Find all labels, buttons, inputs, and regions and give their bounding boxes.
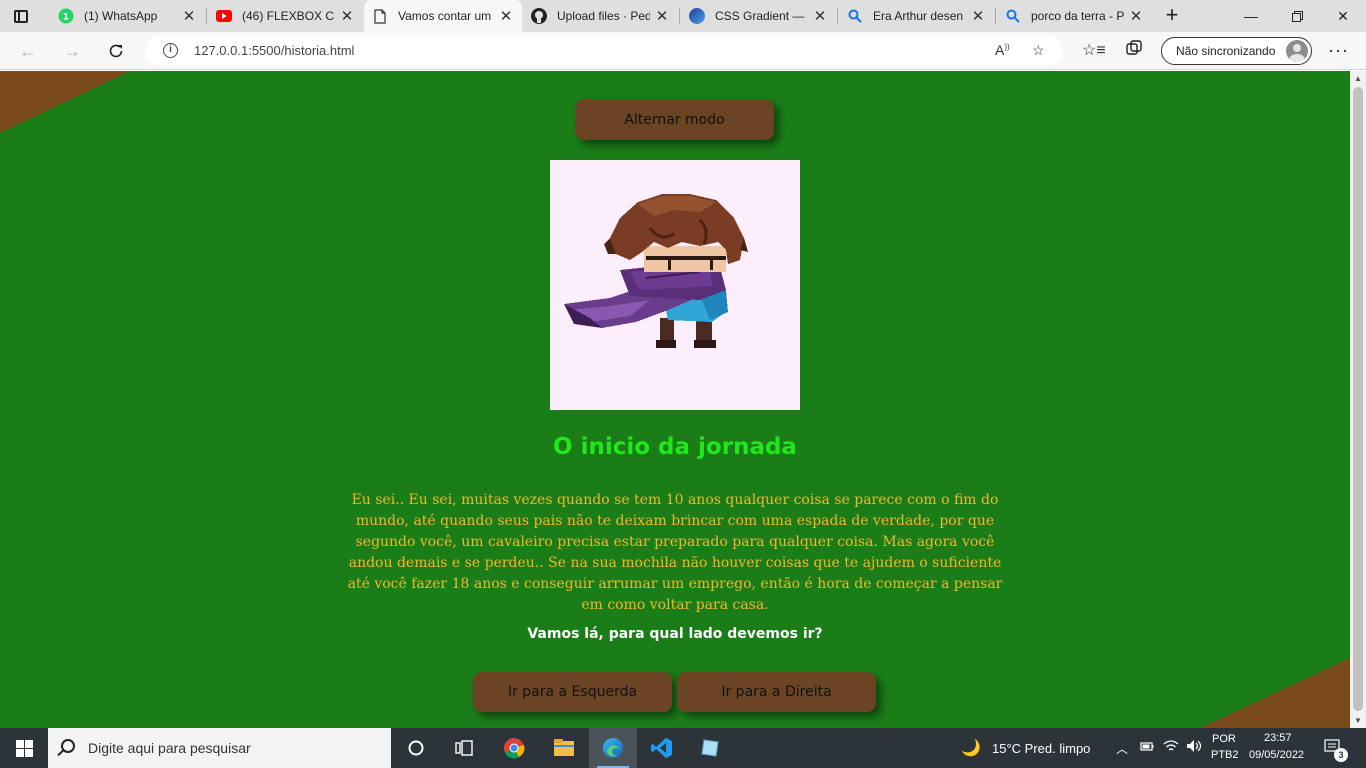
close-icon[interactable]: ✕	[1128, 7, 1144, 25]
tab-actions-icon[interactable]	[10, 6, 32, 26]
tab-title: CSS Gradient — C	[715, 9, 808, 23]
close-window-icon[interactable]: ✕	[1320, 0, 1366, 32]
forward-icon[interactable]: →	[58, 38, 86, 64]
tab-search-arthur[interactable]: Era Arthur desen ✕	[839, 0, 994, 32]
github-icon	[531, 8, 547, 24]
corner-decoration	[1200, 658, 1350, 728]
tab-youtube[interactable]: (46) FLEXBOX CSS ✕	[208, 0, 363, 32]
tab-title: Era Arthur desen	[873, 9, 964, 23]
scroll-up-icon[interactable]: ▲	[1354, 74, 1362, 83]
tab-cssgradient[interactable]: CSS Gradient — C ✕	[681, 0, 836, 32]
restore-icon[interactable]	[1274, 0, 1320, 32]
page-body: Alternar modo O inicio da jornada Eu sei…	[0, 71, 1350, 728]
search-icon	[847, 8, 863, 24]
close-icon[interactable]: ✕	[812, 7, 828, 25]
show-hidden-icons-icon[interactable]: ︿	[1116, 740, 1128, 757]
tab-separator	[206, 8, 207, 24]
wifi-icon[interactable]	[1163, 739, 1179, 756]
close-icon[interactable]: ✕	[970, 7, 986, 25]
minimize-icon[interactable]: —	[1228, 0, 1274, 32]
collections-icon[interactable]	[1126, 40, 1142, 61]
weather-moon-icon[interactable]: 🌙	[961, 738, 981, 758]
tab-strip: 1 (1) WhatsApp ✕ (46) FLEXBOX CSS ✕ Vamo…	[0, 0, 1366, 32]
read-aloud-icon[interactable]: A))	[995, 42, 1010, 58]
notepad-icon[interactable]	[686, 728, 734, 768]
svg-text:1: 1	[63, 13, 69, 23]
file-explorer-icon[interactable]	[540, 728, 588, 768]
go-right-button[interactable]: Ir para a Direita	[677, 672, 876, 712]
tab-search-porco[interactable]: porco da terra - P ✕	[997, 0, 1152, 32]
refresh-icon[interactable]	[102, 38, 130, 64]
add-favorite-icon[interactable]: ☆	[1032, 42, 1045, 59]
taskbar-search[interactable]: Digite aqui para pesquisar	[48, 728, 391, 768]
tab-title: Upload files · Ped	[557, 9, 650, 23]
close-icon[interactable]: ✕	[339, 7, 355, 25]
back-icon[interactable]: ←	[14, 38, 42, 64]
scrollbar-thumb[interactable]	[1353, 87, 1363, 711]
more-options-icon[interactable]: ···	[1328, 40, 1349, 61]
tab-historia[interactable]: Vamos contar um ✕	[364, 0, 522, 32]
corner-decoration	[0, 71, 130, 133]
vscode-icon[interactable]	[638, 728, 686, 768]
tab-title: Vamos contar um	[398, 9, 492, 23]
battery-icon[interactable]	[1140, 740, 1154, 755]
search-placeholder: Digite aqui para pesquisar	[88, 740, 251, 756]
edge-icon[interactable]	[589, 728, 637, 768]
site-info-icon[interactable]: i	[163, 43, 178, 58]
start-button[interactable]	[0, 728, 48, 768]
favorites-icon[interactable]: ☆≡	[1082, 40, 1106, 60]
sync-label: Não sincronizando	[1176, 44, 1276, 58]
avatar-icon	[1286, 40, 1308, 62]
chrome-icon[interactable]	[490, 728, 538, 768]
browser-toolbar: ← → i 127.0.0.1:5500/historia.html A)) ☆…	[0, 32, 1366, 70]
profile-sync-button[interactable]: Não sincronizando	[1161, 37, 1312, 65]
tab-title: (1) WhatsApp	[84, 9, 158, 23]
cssgradient-icon	[689, 8, 705, 24]
story-text: Eu sei.. Eu sei, muitas vezes quando se …	[347, 492, 1003, 613]
tab-title: porco da terra - P	[1031, 9, 1124, 23]
task-view-icon[interactable]	[440, 728, 488, 768]
tab-separator	[837, 8, 838, 24]
question-text: Vamos lá, para qual lado devemos ir?	[527, 626, 823, 642]
search-icon	[1005, 8, 1021, 24]
new-tab-icon[interactable]: +	[1160, 4, 1184, 28]
tab-separator	[679, 8, 680, 24]
clock-time[interactable]: 23:57	[1264, 732, 1292, 744]
url-text[interactable]: 127.0.0.1:5500/historia.html	[194, 43, 354, 58]
tab-separator	[995, 8, 996, 24]
tab-title: (46) FLEXBOX CSS	[242, 9, 335, 23]
tab-github[interactable]: Upload files · Ped ✕	[523, 0, 678, 32]
tab-whatsapp[interactable]: 1 (1) WhatsApp ✕	[50, 0, 205, 32]
whatsapp-icon: 1	[58, 8, 74, 24]
page-scrollbar[interactable]: ▲ ▼	[1350, 71, 1366, 728]
windows-icon	[15, 739, 33, 757]
weather-text[interactable]: 15°C Pred. limpo	[992, 741, 1090, 756]
youtube-icon	[216, 8, 232, 24]
toggle-mode-button[interactable]: Alternar modo	[575, 99, 774, 140]
page-title: O inicio da jornada	[553, 434, 797, 460]
close-icon[interactable]: ✕	[654, 7, 670, 25]
search-icon	[61, 739, 75, 753]
scroll-down-icon[interactable]: ▼	[1354, 716, 1362, 725]
clock-date[interactable]: 09/05/2022	[1249, 749, 1304, 761]
cortana-icon[interactable]	[392, 728, 440, 768]
notification-count-badge: 3	[1334, 748, 1348, 762]
go-left-button[interactable]: Ir para a Esquerda	[473, 672, 672, 712]
character-image	[550, 160, 800, 410]
taskbar: Digite aqui para pesquisar 🌙 15°C Pred. …	[0, 728, 1366, 768]
close-icon[interactable]: ✕	[498, 7, 514, 25]
address-bar[interactable]: i 127.0.0.1:5500/historia.html A)) ☆	[145, 35, 1063, 66]
language-top[interactable]: POR	[1212, 733, 1236, 745]
volume-icon[interactable]	[1186, 739, 1202, 756]
close-icon[interactable]: ✕	[181, 7, 197, 25]
language-bottom[interactable]: PTB2	[1211, 749, 1239, 761]
page-icon	[372, 8, 388, 24]
